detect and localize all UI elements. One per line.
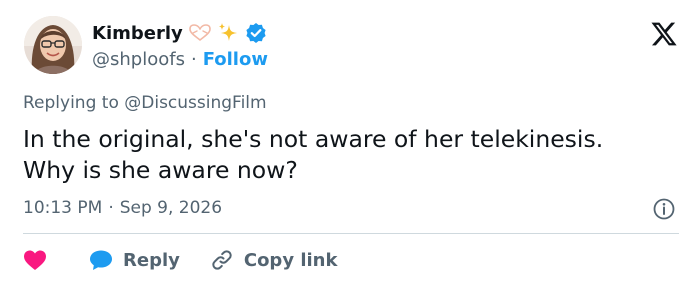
sparkles-icon xyxy=(217,22,239,44)
follow-button[interactable]: Follow xyxy=(203,49,268,70)
reply-context: Replying to @DiscussingFilm xyxy=(23,93,267,113)
timestamp-separator: · xyxy=(108,198,114,218)
author-handle[interactable]: @shploofs xyxy=(92,49,185,70)
tweet-time: 10:13 PM xyxy=(23,198,103,218)
author-name-row[interactable]: Kimberly xyxy=(92,21,267,45)
avatar[interactable] xyxy=(24,16,82,74)
avatar-image xyxy=(24,16,82,74)
reply-prefix: Replying to xyxy=(23,93,119,113)
handle-separator: · xyxy=(190,49,197,70)
tweet-date: Sep 9, 2026 xyxy=(119,198,223,218)
info-icon[interactable] xyxy=(652,197,676,221)
tweet-actions: Reply Copy link xyxy=(23,246,337,274)
reply-label: Reply xyxy=(123,249,180,271)
heart-icon xyxy=(24,250,46,270)
verified-badge-icon[interactable] xyxy=(245,22,267,44)
tweet-text: In the original, she's not aware of her … xyxy=(23,124,673,186)
link-icon xyxy=(212,250,232,270)
divider xyxy=(23,233,679,234)
author-display-name[interactable]: Kimberly xyxy=(92,23,183,44)
tweet-timestamp[interactable]: 10:13 PM · Sep 9, 2026 xyxy=(23,198,222,218)
x-logo-icon[interactable] xyxy=(650,20,678,48)
copy-link-label: Copy link xyxy=(243,249,338,271)
tweet-text-line: Why is she aware now? xyxy=(23,156,298,184)
author-handle-row: @shploofs · Follow xyxy=(92,49,268,70)
embedded-tweet-card: Kimberly @shploofs · Follow Replying to … xyxy=(0,0,700,287)
like-button[interactable] xyxy=(23,249,47,271)
reply-mention-link[interactable]: @DiscussingFilm xyxy=(124,93,266,113)
heart-hands-icon xyxy=(188,24,211,42)
copy-link-button[interactable]: Copy link xyxy=(210,248,338,272)
reply-button[interactable]: Reply xyxy=(89,249,180,271)
speech-bubble-icon xyxy=(90,250,112,270)
tweet-text-line: In the original, she's not aware of her … xyxy=(23,125,604,153)
